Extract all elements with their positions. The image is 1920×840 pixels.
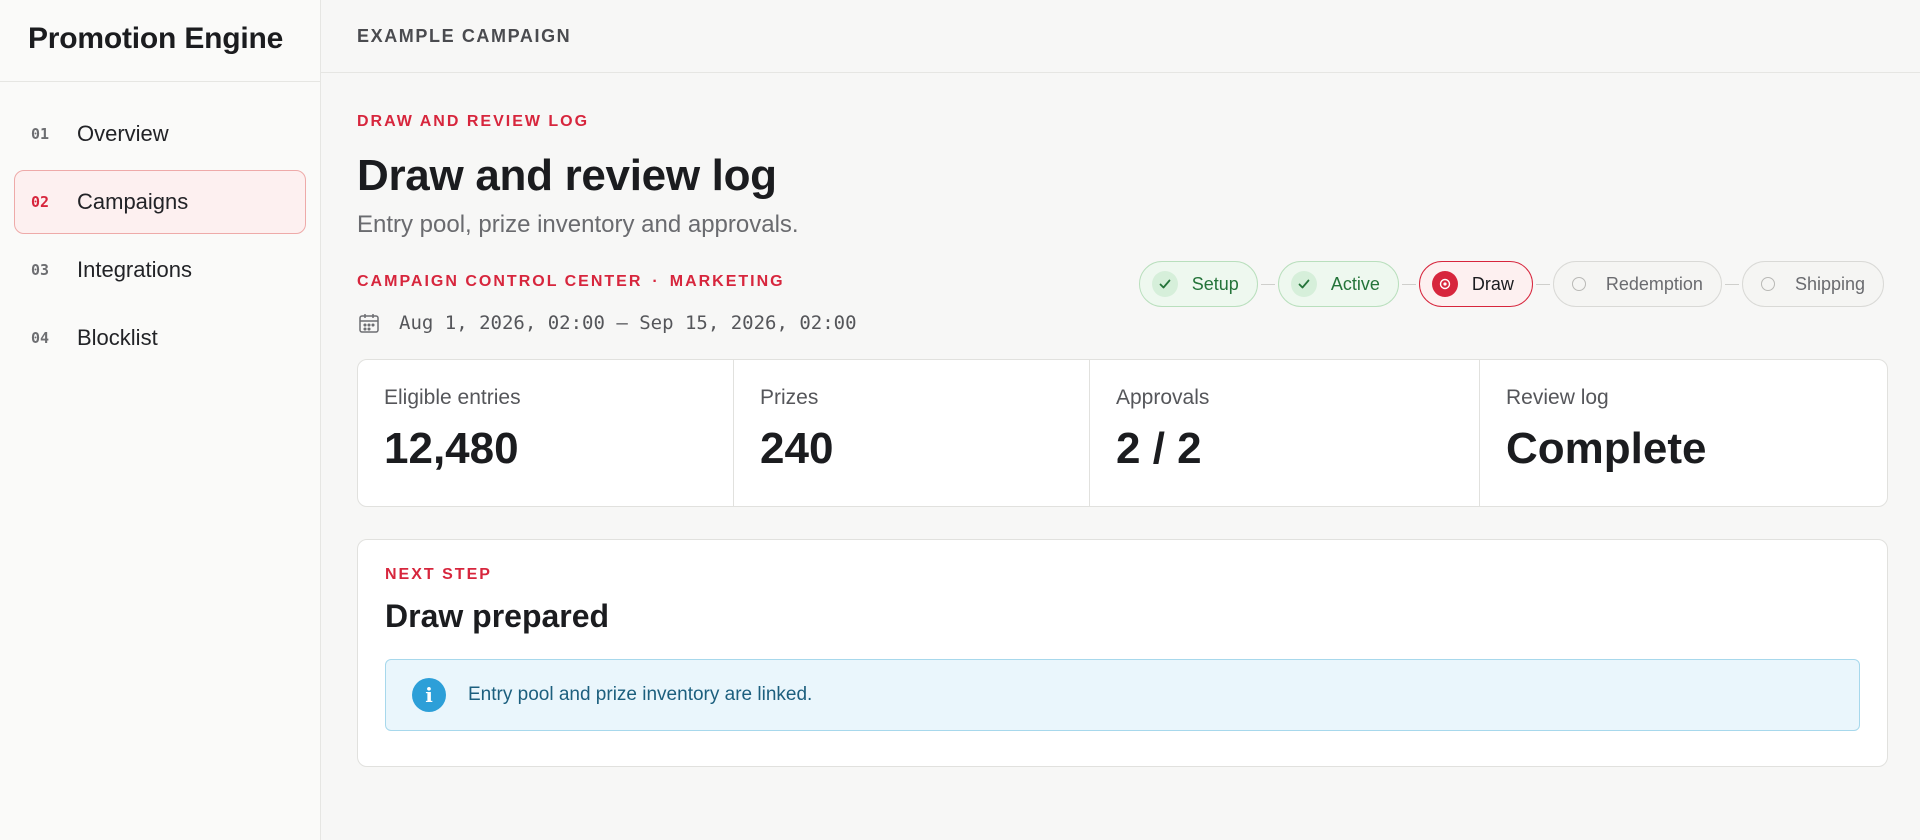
sidebar-item-number: 03: [31, 261, 50, 279]
step-draw[interactable]: Draw: [1418, 261, 1533, 307]
page-title: Draw and review log: [357, 151, 777, 200]
campaign-meta: CAMPAIGN CONTROL CENTER · MARKETING Aug …: [357, 249, 1890, 359]
next-step-card: NEXT STEP Draw prepared i Entry pool and…: [357, 539, 1888, 767]
breadcrumb: EXAMPLE CAMPAIGN: [321, 0, 1920, 73]
sidebar-item-number: 01: [31, 125, 50, 143]
sidebar-item-label: Campaigns: [77, 189, 189, 214]
step-connector: [1260, 283, 1275, 285]
info-icon: i: [412, 678, 446, 712]
main-panel: EXAMPLE CAMPAIGN DRAW AND REVIEW LOG Dra…: [321, 0, 1920, 840]
pending-circle-icon: [1566, 271, 1592, 297]
step-connector: [1724, 283, 1739, 285]
step-shipping[interactable]: Shipping: [1741, 261, 1884, 307]
next-step-eyebrow: NEXT STEP: [385, 566, 492, 583]
calendar-icon: [359, 314, 379, 333]
app-title: Promotion Engine: [0, 0, 320, 82]
stat-label: Prizes: [760, 386, 819, 409]
stat-label: Review log: [1506, 386, 1609, 409]
sidebar-item-label: Overview: [77, 121, 169, 146]
stat-approvals: Approvals 2 / 2: [1090, 360, 1480, 506]
step-label: Shipping: [1794, 273, 1865, 294]
sidebar: Promotion Engine 01 Overview 02 Campaign…: [0, 0, 321, 840]
sidebar-item-number: 02: [31, 193, 50, 211]
page-subtitle: Entry pool, prize inventory and approval…: [357, 211, 799, 238]
sidebar-item-number: 04: [31, 329, 50, 347]
page-content: DRAW AND REVIEW LOG Draw and review log …: [321, 113, 1920, 767]
stat-prizes: Prizes 240: [734, 360, 1090, 506]
context-label: CAMPAIGN CONTROL CENTER: [357, 273, 643, 290]
stat-value: 240: [760, 424, 834, 473]
stats-panel: Eligible entries 12,480 Prizes 240 Appro…: [357, 359, 1888, 507]
pending-circle-icon: [1755, 271, 1781, 297]
campaign-stepper: Setup Active Draw Redemption Shipping: [1138, 261, 1884, 307]
info-callout: i Entry pool and prize inventory are lin…: [385, 659, 1860, 731]
stat-value: Complete: [1506, 424, 1707, 473]
check-icon: [1290, 271, 1317, 297]
sidebar-item-blocklist[interactable]: 04 Blocklist: [14, 306, 306, 370]
stat-review-log: Review log Complete: [1480, 360, 1887, 506]
stat-label: Eligible entries: [384, 386, 521, 409]
step-label: Redemption: [1605, 273, 1703, 294]
sidebar-item-campaigns[interactable]: 02 Campaigns: [14, 170, 306, 234]
stat-value: 2 / 2: [1116, 424, 1202, 473]
sidebar-item-label: Integrations: [77, 257, 192, 282]
stat-label: Approvals: [1116, 386, 1210, 409]
next-step-title: Draw prepared: [385, 598, 610, 634]
context-department: MARKETING: [669, 273, 785, 290]
sidebar-item-overview[interactable]: 01 Overview: [14, 102, 306, 166]
app-root: Promotion Engine 01 Overview 02 Campaign…: [0, 0, 1920, 840]
step-connector: [1535, 283, 1550, 285]
step-connector: [1401, 283, 1416, 285]
current-step-icon: [1431, 271, 1458, 297]
sidebar-item-integrations[interactable]: 03 Integrations: [14, 238, 306, 302]
context-separator: ·: [652, 273, 660, 290]
step-active[interactable]: Active: [1277, 261, 1399, 307]
date-range-text: Aug 1, 2026, 02:00 — Sep 15, 2026, 02:00: [399, 312, 857, 334]
step-label: Draw: [1471, 273, 1514, 294]
stat-eligible-entries: Eligible entries 12,480: [358, 360, 734, 506]
campaign-date-range: Aug 1, 2026, 02:00 — Sep 15, 2026, 02:00: [357, 311, 857, 335]
step-redemption[interactable]: Redemption: [1552, 261, 1722, 307]
step-label: Setup: [1191, 273, 1239, 294]
sidebar-nav: 01 Overview 02 Campaigns 03 Integrations…: [0, 82, 320, 370]
step-label: Active: [1330, 273, 1380, 294]
check-icon: [1151, 271, 1178, 297]
campaign-context: CAMPAIGN CONTROL CENTER · MARKETING: [357, 273, 785, 291]
page-eyebrow: DRAW AND REVIEW LOG: [357, 113, 590, 130]
info-message: Entry pool and prize inventory are linke…: [468, 684, 813, 705]
stat-value: 12,480: [384, 424, 519, 473]
step-setup[interactable]: Setup: [1138, 261, 1258, 307]
sidebar-item-label: Blocklist: [77, 325, 158, 350]
